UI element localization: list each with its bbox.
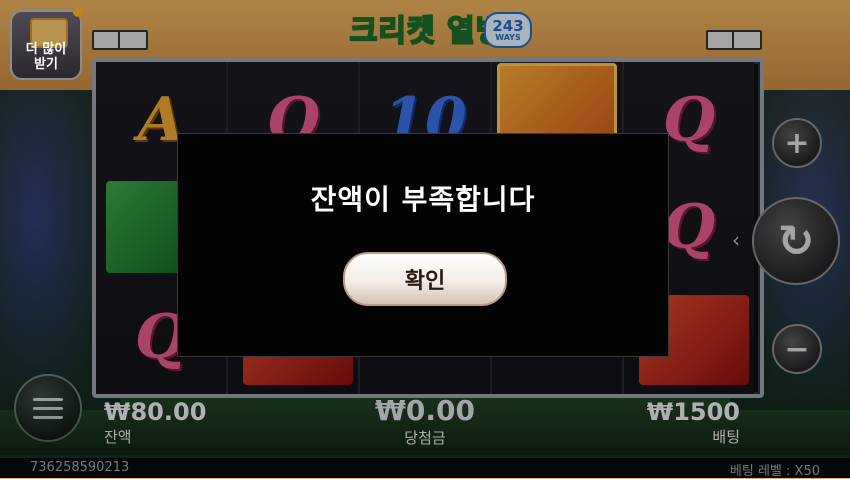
insufficient-balance-dialog: 잔액이 부족합니다 확인 — [177, 133, 669, 357]
confirm-button[interactable]: 확인 — [343, 252, 507, 306]
more-offers-label: 더 많이 받기 — [25, 42, 67, 72]
dialog-message: 잔액이 부족합니다 — [310, 183, 536, 216]
